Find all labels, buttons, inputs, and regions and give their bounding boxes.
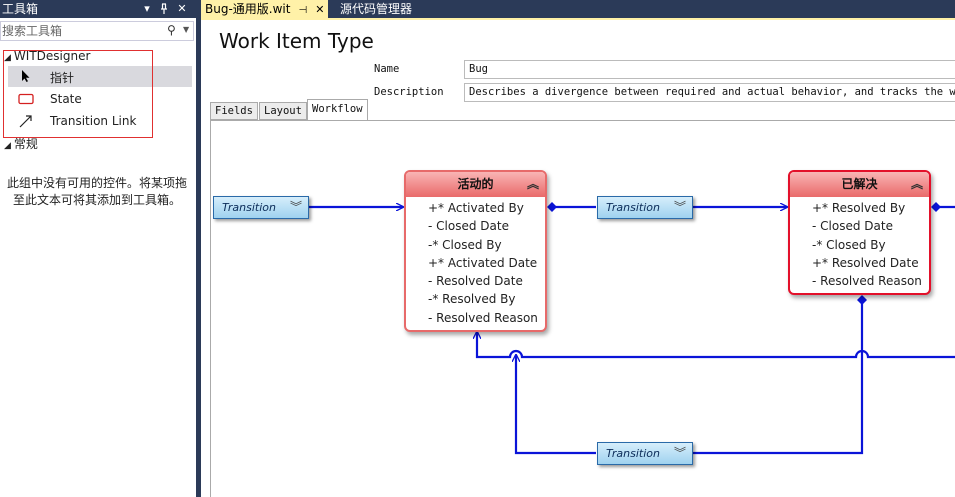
transition-link-icon [19,115,32,128]
name-field[interactable]: Bug [464,60,955,79]
toolbox-search[interactable]: ⚲ ▼ [0,21,194,41]
expand-chevron-icon[interactable]: ︾ [290,197,302,218]
description-label: Description [374,86,444,98]
state-field: +* Resolved By [812,201,906,215]
document-tabstrip: Bug-通用版.wit ⊣ ✕ 源代码管理器 [201,0,955,18]
toolbox-titlebar: 工具箱 ▾ ✕ [0,0,196,18]
page-title: Work Item Type [219,29,374,53]
expand-chevron-icon[interactable]: ︾ [674,443,686,464]
pin-icon[interactable]: ⊣ [298,5,307,16]
state-field: - Closed Date [812,219,893,234]
tab-source-control[interactable]: 源代码管理器 [336,0,416,18]
tab-fields[interactable]: Fields [210,102,258,120]
transition-resolved-to-active[interactable]: Transition ︾ [597,442,693,465]
toolbox-pane: 工具箱 ▾ ✕ ⚲ ▼ ◢WITDesigner 指针 State Transi… [0,0,196,497]
state-field: - Closed Date [428,219,509,234]
tool-item-label: Transition Link [50,114,137,128]
state-field: +* Resolved Date [812,255,919,270]
search-dropdown-icon[interactable]: ▼ [183,25,189,34]
description-field[interactable]: Describes a divergence between required … [464,83,955,102]
collapse-triangle-icon[interactable]: ◢ [4,53,11,63]
state-resolved[interactable]: 已解决 ︽ +* Resolved By - Closed Date -* Cl… [788,170,931,296]
state-field: - Resolved Reason [812,274,922,289]
state-header: 活动的 ︽ [406,172,545,197]
pointer-icon [22,70,30,82]
state-icon [18,93,34,105]
collapse-chevron-icon[interactable]: ︽ [911,172,923,197]
tab-workflow[interactable]: Workflow [307,99,368,120]
state-name: 活动的 [457,177,494,191]
state-field: +* Activated Date [428,255,538,270]
transition-active-to-resolved[interactable]: Transition ︾ [597,196,693,219]
empty-group-message: 此组中没有可用的控件。将某项拖至此文本可将其添加到工具箱。 [6,176,187,207]
state-name: 已解决 [841,177,878,191]
state-field: - Resolved Reason [428,310,538,325]
state-active[interactable]: 活动的 ︽ +* Activated By - Closed Date -* C… [404,170,547,333]
expand-chevron-icon[interactable]: ︾ [674,197,686,218]
transition-label: Transition [606,201,660,214]
search-icon[interactable]: ⚲ [167,23,176,37]
collapse-triangle-icon[interactable]: ◢ [4,141,11,151]
state-header: 已解决 ︽ [790,172,929,197]
toolbox-title: 工具箱 [2,2,39,16]
state-field: -* Closed By [812,237,886,252]
pin-icon[interactable] [157,0,171,18]
group-witdesigner[interactable]: ◢ WITDesigner [4,49,90,63]
group-general[interactable]: ◢ 常规 [4,135,38,152]
state-field-list: +* Resolved By - Closed Date -* Closed B… [790,197,929,293]
tool-item-pointer[interactable]: 指针 [8,66,192,87]
transition-entry[interactable]: Transition ︾ [213,196,309,219]
tab-label: 源代码管理器 [340,2,413,16]
tool-item-transition-link[interactable]: Transition Link [8,111,192,132]
close-tab-icon[interactable]: ✕ [315,3,324,16]
group-label: WITDesigner [13,49,91,63]
transition-label: Transition [606,447,660,460]
name-label: Name [374,63,400,75]
tool-item-state[interactable]: State [8,89,192,110]
close-icon[interactable]: ✕ [175,0,189,18]
state-field: +* Activated By [428,201,524,215]
tool-item-label: 指针 [50,71,75,85]
collapse-chevron-icon[interactable]: ︽ [527,172,539,197]
tool-item-label: State [50,92,82,106]
tab-label: Bug-通用版.wit [205,2,291,16]
dropdown-icon[interactable]: ▾ [140,0,154,18]
tab-bug-wit[interactable]: Bug-通用版.wit ⊣ ✕ [201,0,329,18]
state-field: -* Closed By [428,237,502,252]
transition-label: Transition [222,201,276,214]
group-label: 常规 [13,137,38,151]
state-field-list: +* Activated By - Closed Date -* Closed … [406,197,545,330]
state-field: - Resolved Date [428,274,523,289]
search-input[interactable] [2,23,162,39]
tab-layout[interactable]: Layout [259,102,307,120]
state-field: -* Resolved By [428,292,516,307]
